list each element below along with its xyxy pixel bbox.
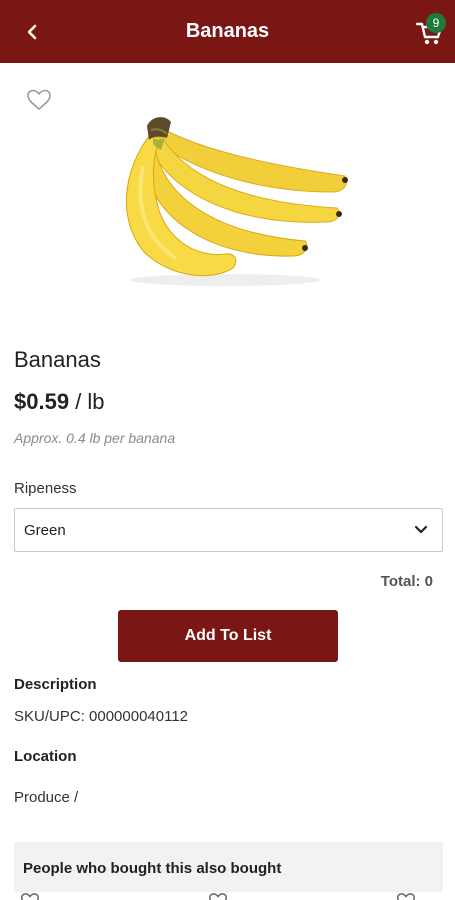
heart-outline-icon bbox=[27, 89, 51, 110]
product-image bbox=[105, 108, 350, 288]
approx-weight-note: Approx. 0.4 lb per banana bbox=[14, 430, 176, 446]
page-title: Bananas bbox=[185, 20, 270, 42]
related-favorite-button-2[interactable] bbox=[208, 892, 228, 900]
description-heading: Description bbox=[14, 676, 97, 693]
cart-count-badge: 9 bbox=[426, 13, 446, 33]
total-text: Total: 0 bbox=[380, 573, 433, 590]
ripeness-select[interactable]: Green bbox=[14, 508, 443, 552]
banana-bunch-image bbox=[125, 117, 348, 286]
favorite-button[interactable] bbox=[26, 88, 52, 112]
price-amount: $0.59 bbox=[14, 389, 70, 414]
location-heading: Location bbox=[14, 748, 77, 765]
related-favorite-button-1[interactable] bbox=[20, 892, 40, 900]
also-bought-heading: People who bought this also bought bbox=[23, 860, 282, 877]
also-bought-section: People who bought this also bought bbox=[14, 842, 443, 892]
app-header: Bananas 9 bbox=[0, 0, 455, 63]
add-to-list-button[interactable]: Add To List bbox=[118, 610, 338, 662]
heart-outline-icon bbox=[208, 893, 228, 900]
ripeness-label: Ripeness bbox=[14, 480, 77, 497]
heart-outline-icon bbox=[20, 893, 40, 900]
chevron-down-icon bbox=[414, 525, 428, 534]
sku-text: SKU/UPC: 000000040112 bbox=[14, 708, 189, 725]
price-unit: / lb bbox=[75, 389, 105, 414]
heart-outline-icon bbox=[396, 893, 416, 900]
related-favorite-button-3[interactable] bbox=[396, 892, 416, 900]
location-value: Produce / bbox=[14, 789, 79, 806]
product-name: Bananas bbox=[14, 347, 101, 372]
price-row: $0.59 / lb bbox=[14, 389, 105, 415]
ripeness-selected-value: Green bbox=[24, 521, 66, 539]
